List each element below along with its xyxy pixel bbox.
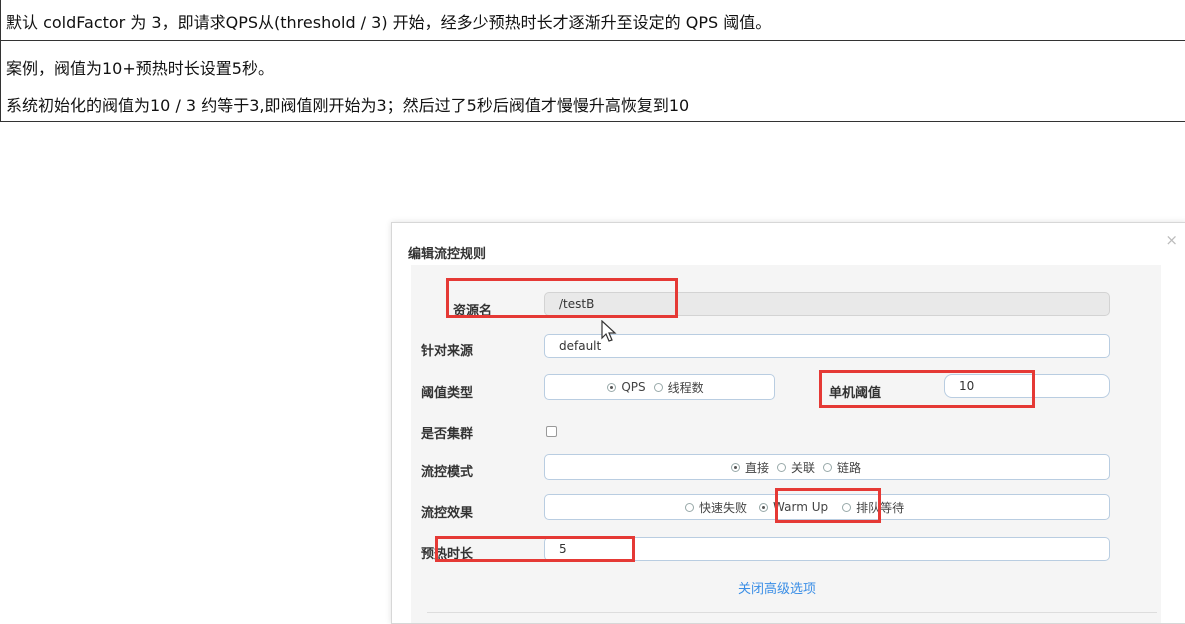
dialog-title: 编辑流控规则	[408, 247, 487, 262]
doc-line-coldfactor: 默认 coldFactor 为 3，即请求QPS从(threshold / 3)…	[6, 13, 772, 32]
radio-empty-icon	[685, 502, 694, 512]
cluster-label: 是否集群	[421, 427, 474, 442]
resource-name-input: /testB	[544, 292, 1110, 316]
radio-empty-icon	[823, 462, 833, 472]
radio-selected-icon	[759, 502, 769, 512]
radio-empty-icon	[653, 382, 663, 392]
warmup-period-label: 预热时长	[421, 547, 474, 562]
doc-line-case: 案例，阀值为10+预热时长设置5秒。	[6, 59, 274, 78]
doc-left-border-2	[0, 41, 1, 122]
doc-line-explanation: 系统初始化的阀值为10 / 3 约等于3,即阀值刚开始为3；然后过了5秒后阀值才…	[6, 96, 690, 115]
threshold-type-label: 阈值类型	[421, 386, 474, 401]
mode-direct-radio[interactable]: 直接	[731, 459, 769, 476]
effect-warm-up-radio[interactable]: Warm Up	[759, 500, 828, 514]
radio-selected-icon	[607, 382, 617, 392]
source-label: 针对来源	[421, 344, 474, 359]
mode-chain-radio[interactable]: 链路	[823, 459, 861, 476]
flow-effect-group: 快速失败 Warm Up 排队等待	[544, 494, 1110, 520]
source-input[interactable]: default	[544, 334, 1110, 358]
warmup-period-input[interactable]: 5	[544, 537, 1110, 561]
radio-empty-icon	[777, 462, 787, 472]
dialog-footer-divider	[427, 612, 1157, 613]
close-advanced-options-link[interactable]: 关闭高级选项	[738, 578, 816, 597]
threshold-type-thread-radio[interactable]: 线程数	[653, 379, 704, 396]
threshold-type-qps-radio[interactable]: QPS	[607, 380, 646, 394]
doc-divider	[0, 40, 1185, 41]
resource-name-label: 资源名	[453, 304, 493, 319]
effect-queue-radio[interactable]: 排队等待	[842, 499, 904, 516]
effect-fast-fail-radio[interactable]: 快速失败	[685, 499, 747, 516]
edit-flow-rule-dialog: 编辑流控规则 × 资源名 /testB 针对来源 default 阈值类型 QP…	[391, 222, 1185, 624]
flow-effect-label: 流控效果	[421, 506, 474, 521]
single-threshold-label: 单机阈值	[829, 386, 882, 401]
close-icon[interactable]: ×	[1165, 231, 1178, 249]
cluster-checkbox[interactable]	[546, 426, 557, 437]
radio-empty-icon	[842, 502, 852, 512]
mouse-pointer-icon	[601, 320, 617, 342]
doc-left-border	[0, 0, 1, 41]
rule-form: 资源名 /testB 针对来源 default 阈值类型 QPS 线程数 单机阈…	[411, 265, 1161, 623]
threshold-type-group: QPS 线程数	[544, 374, 775, 400]
single-threshold-input[interactable]: 10	[944, 374, 1110, 398]
radio-selected-icon	[731, 462, 740, 472]
mode-related-radio[interactable]: 关联	[777, 459, 815, 476]
flow-mode-group: 直接 关联 链路	[544, 454, 1110, 480]
flow-mode-label: 流控模式	[421, 465, 474, 480]
doc-divider-bottom	[0, 121, 1185, 122]
